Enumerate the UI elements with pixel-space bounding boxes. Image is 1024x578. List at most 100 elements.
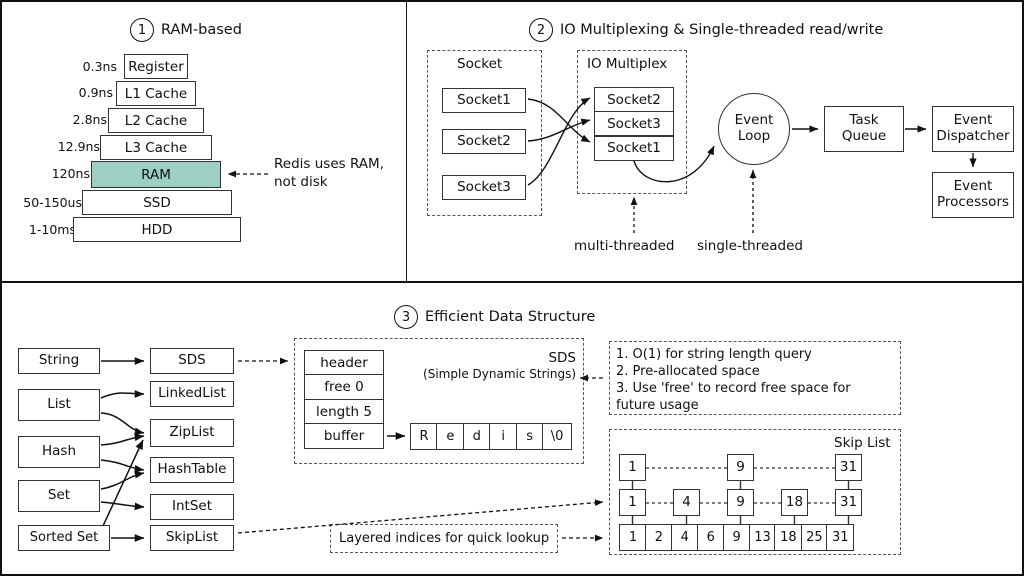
skip-node-l0-0: 1 [619,524,647,551]
buffer-char-2: d [462,423,491,450]
task-queue-label-line-1: Task [849,112,879,129]
skip-list-base-row: 1 2 4 6 9 13 18 25 31 [619,524,855,551]
skip-node-l2-0: 1 [619,454,646,481]
event-dispatcher-box: Event Dispatcher [932,106,1014,152]
type-box-sorted-set: Sorted Set [18,525,110,551]
section-3-header: 3 Efficient Data Structure [394,305,595,329]
section-2-number: 2 [529,18,553,42]
skip-node-l0-7: 25 [800,524,828,551]
ram-annotation-line-1: Redis uses RAM, [274,156,384,172]
task-queue-label-line-2: Queue [841,128,887,144]
sds-notes-box: 1. O(1) for string length query 2. Pre-a… [609,341,901,415]
event-loop-node: Event Loop [718,93,790,165]
single-threaded-note: single-threaded [697,238,803,254]
buffer-char-4: s [515,423,544,450]
pyramid-level-l1: L1 Cache [116,81,196,106]
pyramid-level-l3: L3 Cache [100,135,212,160]
socket-box-1: Socket1 [442,88,526,113]
sds-title-line-1: SDS [548,350,576,366]
panel-vertical-divider [406,2,407,281]
type-box-list: List [18,389,100,421]
io-multiplex-group-label: IO Multiplex [587,56,668,72]
pyramid-latency-6: 1-10ms [28,222,76,237]
socket-box-3: Socket3 [442,175,526,200]
skip-node-l0-1: 2 [645,524,673,551]
multi-threaded-note: multi-threaded [574,238,675,254]
skip-list-title: Skip List [834,435,891,451]
encoding-box-intset: IntSet [150,494,234,520]
event-processors-label-line-1: Event [953,178,993,195]
type-box-set: Set [18,480,100,512]
sds-note-line-0: 1. O(1) for string length query [616,347,812,362]
sds-title-line-2: (Simple Dynamic Strings) [423,367,576,381]
sds-note-line-3: future usage [616,398,699,414]
section-3-number: 3 [394,305,418,329]
pyramid-latency-0: 0.3ns [82,59,117,74]
skip-node-l1-0: 1 [619,489,646,516]
panel-horizontal-divider [2,281,1022,283]
skip-node-l1-3: 18 [781,489,808,516]
pyramid-level-hdd: HDD [73,217,241,242]
encoding-box-skiplist: SkipList [150,525,234,551]
socket-box-2: Socket2 [442,129,526,154]
skip-node-l0-4: 9 [722,524,751,551]
event-processors-box: Event Processors [932,172,1014,218]
skip-node-l1-1: 4 [673,489,700,516]
task-queue-box: Task Queue [824,106,904,152]
type-box-hash: Hash [18,436,100,468]
sds-note-line-2: 3. Use 'free' to record free space for [616,381,851,397]
pyramid-latency-2: 2.8ns [72,112,107,127]
sds-field-header: header [304,350,384,376]
pyramid-level-ram: RAM [91,161,221,188]
event-loop-label-line-1: Event [734,112,774,129]
section-2-header: 2 IO Multiplexing & Single-threaded read… [529,18,883,42]
section-3-title: Efficient Data Structure [425,309,596,325]
pyramid-latency-5: 50-150us [23,195,82,210]
multiplex-entry-1: Socket2 [594,87,674,112]
pyramid-latency-1: 0.9ns [78,85,113,100]
buffer-char-1: e [436,423,465,450]
section-1-header: 1 RAM-based [130,18,242,42]
diagram-root: 1 RAM-based 0.3ns Register 0.9ns L1 Cach… [0,0,1024,576]
encoding-box-hashtable: HashTable [150,457,234,483]
section-1-title: RAM-based [161,22,242,38]
sds-field-length: length 5 [304,398,384,425]
buffer-char-0: R [410,423,438,450]
multiplex-entry-2: Socket3 [594,111,674,137]
pyramid-level-ssd: SSD [82,190,232,215]
sds-field-buffer: buffer [304,423,384,450]
pyramid-level-register: Register [124,54,188,79]
section-2-title: IO Multiplexing & Single-threaded read/w… [560,22,884,38]
encoding-box-linkedlist: LinkedList [150,381,234,407]
event-dispatcher-label-line-1: Event [953,112,993,129]
type-box-string: String [18,348,100,374]
skip-node-l2-2: 31 [835,454,862,481]
buffer-char-3: i [489,423,518,450]
pyramid-level-l2: L2 Cache [108,108,204,133]
layered-indices-caption: Layered indices for quick lookup [339,531,550,546]
ram-annotation-line-2: not disk [274,174,328,190]
skip-node-l0-3: 6 [697,524,725,551]
socket-group-label: Socket [457,56,503,72]
multiplex-entry-3: Socket1 [594,135,674,161]
sds-note-line-1: 2. Pre-allocated space [616,364,760,380]
sds-field-free: free 0 [304,374,384,401]
pyramid-latency-4: 120ns [51,166,90,181]
encoding-box-ziplist: ZipList [150,419,234,447]
skip-node-l2-1: 9 [727,454,754,481]
event-dispatcher-label-line-2: Dispatcher [936,128,1010,144]
buffer-char-5: \0 [542,423,573,450]
skip-node-l0-5: 13 [749,524,777,551]
section-1-number: 1 [130,18,154,42]
skip-node-l1-4: 31 [835,489,862,516]
skip-node-l0-8: 31 [826,524,855,551]
pyramid-latency-3: 12.9ns [57,139,100,154]
encoding-box-sds: SDS [150,348,234,374]
event-loop-label-line-2: Loop [737,128,771,144]
sds-buffer-row: R e d i s \0 [410,423,573,450]
skip-node-l0-6: 18 [774,524,803,551]
skip-node-l1-2: 9 [727,489,754,516]
event-processors-label-line-2: Processors [936,194,1010,210]
layered-indices-box: Layered indices for quick lookup [330,524,558,553]
skip-node-l0-2: 4 [670,524,699,551]
